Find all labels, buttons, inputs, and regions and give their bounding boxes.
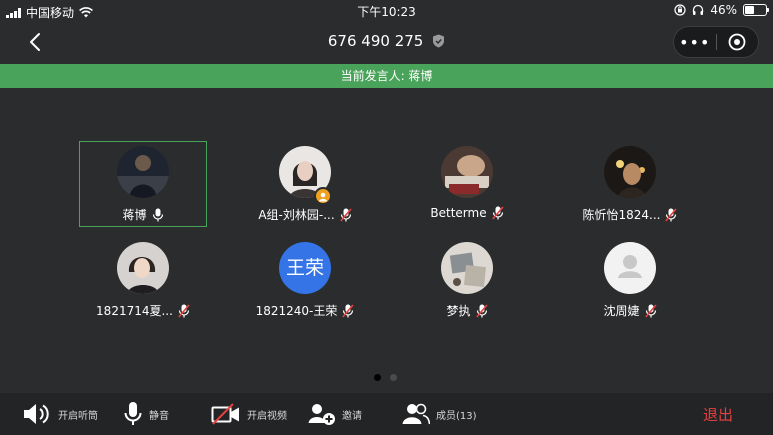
participant-name-row: 沈周婕 bbox=[567, 302, 693, 319]
participant-tile[interactable]: 蒋博 bbox=[79, 141, 207, 227]
avatar bbox=[117, 146, 169, 198]
meeting-id: 676 490 275 bbox=[327, 32, 424, 50]
avatar bbox=[441, 242, 493, 294]
page-dot-active[interactable] bbox=[374, 374, 381, 381]
participant-name-row: 陈忻怡1824... bbox=[567, 206, 693, 223]
avatar bbox=[604, 242, 656, 294]
participant-name-row: 1821240-王荣 bbox=[242, 302, 368, 319]
participant-name-row: 蒋博 bbox=[80, 206, 206, 223]
participant-name-row: Betterme bbox=[404, 206, 530, 220]
members-label: 成员(13) bbox=[436, 410, 477, 422]
exit-button[interactable]: 退出 bbox=[703, 404, 733, 425]
participant-tile[interactable]: 陈忻怡1824... bbox=[567, 142, 693, 226]
avatar bbox=[604, 146, 656, 198]
mic-icon bbox=[152, 208, 163, 221]
current-speaker-banner: 当前发言人: 蒋博 bbox=[0, 64, 773, 88]
headphones-icon bbox=[693, 4, 704, 15]
battery-icon bbox=[743, 4, 769, 16]
mute-button[interactable]: 静音 bbox=[123, 393, 169, 435]
participant-tile[interactable]: 1821714夏... bbox=[80, 238, 206, 322]
members-button[interactable]: 成员(13) bbox=[402, 393, 477, 435]
mini-program-capsule: ••• bbox=[673, 26, 759, 58]
participant-name: 1821240-王荣 bbox=[255, 304, 338, 318]
battery-percent: 46% bbox=[710, 3, 737, 17]
close-target-icon bbox=[728, 33, 746, 51]
add-user-icon bbox=[308, 404, 335, 425]
mic-muted-icon bbox=[475, 303, 488, 318]
participant-name-row: 梦执 bbox=[404, 302, 530, 319]
meeting-title: 676 490 275 bbox=[0, 32, 773, 50]
participant-tile[interactable]: 沈周婕 bbox=[567, 238, 693, 322]
participant-tile[interactable]: Betterme bbox=[404, 142, 530, 226]
speaker-button[interactable]: 开启听筒 bbox=[22, 393, 98, 435]
mic-muted-icon bbox=[644, 303, 657, 318]
avatar: 王荣 bbox=[279, 242, 331, 294]
nav-bar: 676 490 275 ••• bbox=[0, 22, 773, 64]
shield-icon bbox=[433, 34, 445, 48]
participant-name: 梦执 bbox=[446, 304, 471, 318]
participant-name: A组-刘林园-... bbox=[258, 208, 335, 222]
invite-button[interactable]: 邀请 bbox=[308, 393, 362, 435]
mic-muted-icon bbox=[178, 303, 190, 318]
avatar bbox=[117, 242, 169, 294]
mute-label: 静音 bbox=[149, 410, 169, 422]
video-button[interactable]: 开启视频 bbox=[211, 393, 287, 435]
mic-muted-icon bbox=[342, 303, 355, 318]
participant-name: 1821714夏... bbox=[96, 304, 173, 318]
participant-name-row: 1821714夏... bbox=[80, 302, 206, 319]
avatar bbox=[441, 146, 493, 198]
default-user-icon bbox=[618, 255, 642, 278]
close-button[interactable] bbox=[717, 33, 759, 51]
bottom-toolbar: 开启听筒 静音 开启视频 邀请 成员(13) 退出 bbox=[0, 393, 773, 435]
participant-name: Betterme bbox=[430, 206, 487, 220]
status-time: 下午10:23 bbox=[357, 5, 416, 19]
mic-muted-icon bbox=[339, 207, 352, 222]
status-bar: 中国移动 下午10:23 46% bbox=[0, 0, 773, 22]
participant-name-row: A组-刘林园-... bbox=[242, 206, 368, 223]
participant-tile[interactable]: 梦执 bbox=[404, 238, 530, 322]
invite-label: 邀请 bbox=[342, 410, 362, 422]
microphone-icon bbox=[124, 402, 142, 425]
page-dot[interactable] bbox=[390, 374, 397, 381]
participant-tile[interactable]: A组-刘林园-... bbox=[242, 142, 368, 226]
speaker-icon bbox=[24, 404, 49, 424]
host-badge-icon bbox=[314, 187, 332, 205]
speaker-label: 开启听筒 bbox=[58, 410, 98, 422]
participant-tile[interactable]: 王荣 1821240-王荣 bbox=[242, 238, 368, 322]
video-off-icon bbox=[211, 403, 239, 425]
mic-muted-icon bbox=[491, 206, 504, 220]
participant-name: 沈周婕 bbox=[603, 304, 640, 318]
members-icon bbox=[402, 403, 430, 425]
status-right: 46% bbox=[674, 3, 769, 17]
orientation-lock-icon bbox=[674, 4, 686, 16]
video-label: 开启视频 bbox=[247, 410, 287, 422]
more-button[interactable]: ••• bbox=[674, 33, 716, 52]
participant-name: 陈忻怡1824... bbox=[582, 208, 661, 222]
page-indicator bbox=[374, 374, 397, 381]
mic-muted-icon bbox=[665, 207, 678, 222]
participant-name: 蒋博 bbox=[122, 208, 147, 222]
